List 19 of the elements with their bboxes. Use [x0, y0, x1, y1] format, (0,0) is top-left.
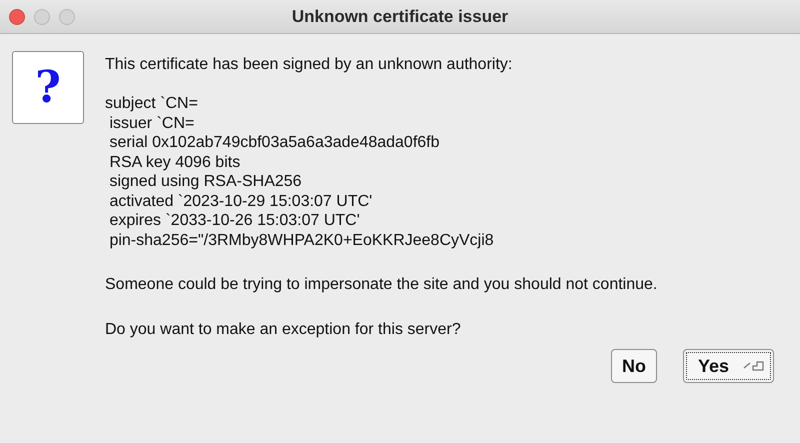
close-button[interactable] — [9, 8, 25, 24]
dialog-button[interactable]: No — [610, 349, 657, 383]
return-key-icon — [743, 360, 765, 372]
warning-text: Someone could be trying to impersonate the site and you should not continue. — [105, 275, 658, 294]
certificate-detail: expires `2033-10-26 15:03:07 UTC' — [108, 211, 361, 230]
zoom-button[interactable] — [59, 8, 75, 24]
certificate-detail: issuer `CN= — [108, 114, 196, 133]
certificate-detail: RSA key 4096 bits — [108, 152, 242, 172]
question-text: Do you want to make an exception for this server? — [105, 320, 462, 339]
dialog-button[interactable]: Yes — [682, 349, 774, 383]
minimize-button[interactable] — [34, 8, 50, 24]
certificate-detail: subject `CN= — [105, 94, 199, 114]
message-text: This certificate has been signed by an unknown authority: — [105, 55, 514, 74]
certificate-detail: signed using RSA-SHA256 — [108, 172, 303, 192]
question-icon: ? — [12, 51, 84, 124]
window-title: Unknown certificate issuer — [292, 6, 508, 26]
certificate-detail: pin-sha256="/3RMby8WHPA2K0+EoKKRJee8CyVcji8 — [108, 230, 495, 250]
certificate-detail: activated `2023-10-29 15:03:07 UTC' — [108, 192, 374, 211]
certificate-detail: serial 0x102ab749cbf03a5a6a3ade48ada0f6fb — [108, 133, 441, 152]
